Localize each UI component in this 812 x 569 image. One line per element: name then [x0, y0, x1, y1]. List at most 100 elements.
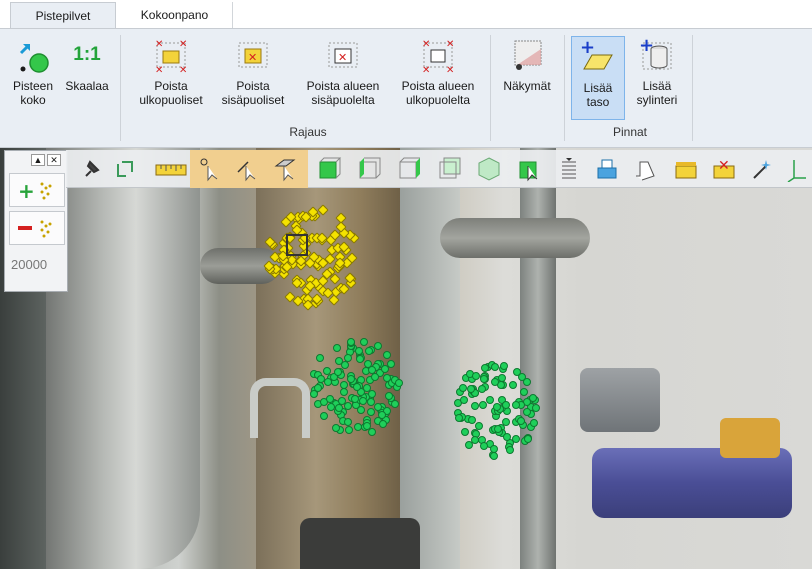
- svg-text:✕: ✕: [179, 39, 187, 50]
- svg-text:+: +: [580, 37, 595, 58]
- selected-point: [524, 435, 533, 443]
- line-select-icon[interactable]: [234, 156, 260, 182]
- selected-point: [325, 394, 334, 403]
- ruler-icon[interactable]: [154, 156, 188, 182]
- remove-points-button[interactable]: [9, 211, 65, 245]
- ribbon-tab-bar: Pistepilvet Kokoonpano: [0, 0, 812, 29]
- selected-point: [500, 362, 509, 371]
- layers-icon[interactable]: [556, 156, 582, 182]
- remove-area-outside-label: Poista alueen ulkopuolelta: [401, 79, 475, 107]
- actuator-background: [580, 368, 660, 432]
- ribbon-separator: [490, 35, 491, 141]
- svg-text:✕: ✕: [422, 65, 430, 75]
- add-points-button[interactable]: +: [9, 173, 65, 207]
- green-point-selection[interactable]: [309, 337, 404, 438]
- collapse-up-icon[interactable]: ▲: [31, 154, 45, 166]
- svg-text:✕: ✕: [155, 65, 163, 75]
- tab-pistepilvet[interactable]: Pistepilvet: [10, 2, 116, 29]
- remove-area-inside-button[interactable]: ✕ Poista alueen sisäpuolelta: [297, 35, 389, 107]
- scale-button[interactable]: 1:1 Skaalaa: [60, 35, 114, 93]
- cube-front-icon[interactable]: [316, 156, 342, 182]
- point-size-button[interactable]: Pisteen koko: [8, 35, 58, 107]
- selected-point: [503, 432, 512, 441]
- selected-point: [516, 416, 525, 425]
- remove-area-outside-button[interactable]: ✕ ✕ ✕ ✕ Poista alueen ulkopuolelta: [392, 35, 484, 107]
- remove-outside-label: Poista ulkopuoliset: [139, 79, 203, 107]
- handle-background: [250, 378, 310, 438]
- selected-point: [345, 426, 354, 435]
- add-plane-button[interactable]: + Lisää taso: [571, 36, 625, 120]
- ribbon-separator: [692, 35, 693, 141]
- cube-right-icon[interactable]: [396, 156, 422, 182]
- yellow-point-selection[interactable]: [263, 203, 360, 311]
- column-background: [520, 148, 556, 569]
- point-size-icon: [13, 35, 53, 75]
- svg-text:✕: ✕: [248, 51, 257, 64]
- selected-point: [461, 428, 470, 437]
- svg-text:+: +: [639, 35, 654, 56]
- selected-point: [382, 350, 391, 359]
- views-icon: [507, 35, 547, 75]
- pin-icon[interactable]: [78, 156, 104, 182]
- cube-left-icon[interactable]: [356, 156, 382, 182]
- ribbon: Pisteen koko 1:1 Skaalaa ✕ ✕ ✕ ✕ Poista …: [0, 28, 812, 148]
- selected-point: [379, 419, 388, 428]
- selected-point: [377, 410, 386, 419]
- selected-point: [319, 411, 328, 420]
- selected-point: [454, 413, 463, 422]
- link-icon[interactable]: [112, 156, 138, 182]
- selected-point: [470, 436, 479, 445]
- magic-wand-icon[interactable]: [748, 156, 776, 182]
- point-select-icon[interactable]: [196, 156, 222, 182]
- scale-icon: 1:1: [73, 44, 101, 65]
- point-edit-panel: ▲ ✕ + 20000: [4, 150, 68, 292]
- point-count-value: 20000: [11, 257, 48, 272]
- selected-point: [356, 354, 365, 363]
- cube-iso-icon[interactable]: [476, 156, 502, 182]
- tab-kokoonpano[interactable]: Kokoonpano: [117, 2, 233, 29]
- cube-select-icon[interactable]: [516, 156, 542, 182]
- selected-point: [491, 362, 500, 371]
- point-cloud-viewport[interactable]: [0, 148, 812, 569]
- selected-point: [505, 445, 514, 454]
- selection-cursor-box: [286, 234, 308, 256]
- remove-points-icon: [18, 220, 52, 238]
- selected-point: [459, 395, 468, 404]
- axis-icon[interactable]: [786, 156, 808, 183]
- remove-outside-icon: ✕ ✕ ✕ ✕: [151, 35, 191, 76]
- cube-stack-icon[interactable]: [594, 156, 620, 182]
- actuator-background: [592, 448, 792, 518]
- selected-point: [481, 364, 490, 373]
- selected-point: [344, 401, 353, 410]
- selected-point: [529, 393, 538, 402]
- selected-point: [313, 383, 322, 392]
- selected-point: [531, 404, 540, 413]
- svg-text:✕: ✕: [422, 39, 430, 50]
- view-toolbar: ✕: [66, 150, 812, 188]
- close-icon[interactable]: ✕: [47, 154, 61, 166]
- selected-point: [344, 417, 353, 426]
- green-point-selection[interactable]: [453, 360, 540, 460]
- selected-point: [470, 402, 479, 411]
- selected-point: [315, 353, 324, 362]
- add-cylinder-button[interactable]: + Lisää sylinteri: [628, 35, 686, 107]
- svg-text:✕: ✕: [446, 65, 454, 75]
- selected-point: [356, 406, 365, 415]
- group-label-clipping: Rajaus: [289, 125, 327, 139]
- views-button[interactable]: Näkymät: [496, 35, 558, 93]
- selected-point: [351, 394, 360, 403]
- remove-outside-button[interactable]: ✕ ✕ ✕ ✕ Poista ulkopuoliset: [128, 35, 214, 107]
- views-label: Näkymät: [503, 79, 551, 93]
- remove-area-inside-label: Poista alueen sisäpuolelta: [306, 79, 380, 107]
- delete-box-icon[interactable]: ✕: [710, 156, 738, 182]
- add-cylinder-icon: +: [637, 35, 677, 75]
- cube-back-icon[interactable]: [436, 156, 462, 182]
- yellow-box-icon[interactable]: [672, 156, 700, 182]
- svg-text:✕: ✕: [338, 51, 347, 64]
- actuator-background: [720, 418, 780, 458]
- profile-icon[interactable]: [632, 156, 658, 182]
- remove-inside-button[interactable]: ✕ Poista sisäpuoliset: [214, 35, 292, 107]
- selected-point: [512, 368, 521, 377]
- plane-select-icon[interactable]: [272, 156, 298, 182]
- selected-point: [367, 428, 376, 437]
